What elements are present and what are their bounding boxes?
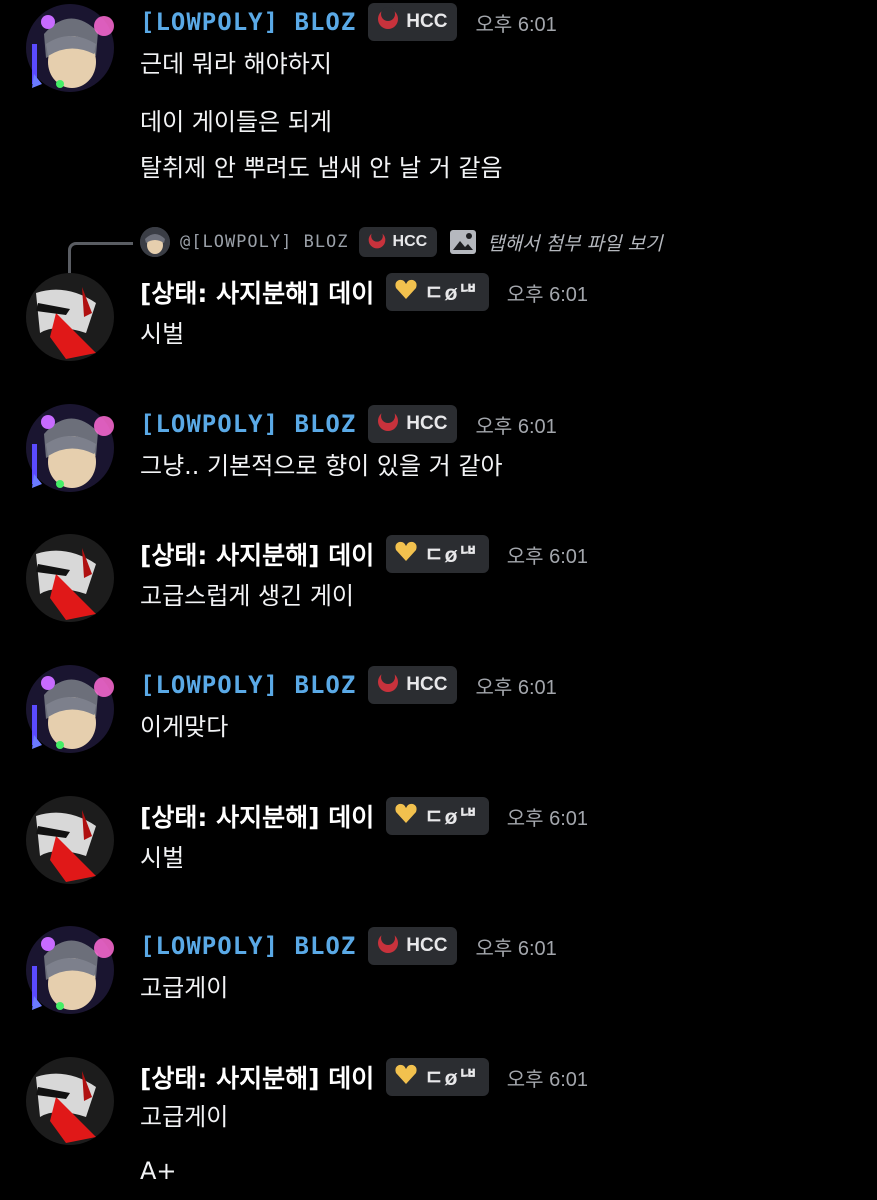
- author-name[interactable]: [상태: 사지분해] 데이: [140, 536, 374, 572]
- red-crescent-icon: [376, 931, 400, 961]
- timestamp: 오후 6:01: [475, 937, 557, 960]
- server-tag-label: ㄷøᄖ: [424, 806, 479, 829]
- server-tag-label: HCC: [406, 674, 448, 695]
- message-text: 시벌: [140, 320, 185, 348]
- server-tag[interactable]: ㄷøᄖ: [386, 797, 489, 835]
- server-tag-label: ㄷøᄖ: [424, 544, 479, 567]
- message-text: 고급스럽게 생긴 게이: [140, 582, 354, 610]
- author-name[interactable]: [상태: 사지분해] 데이: [140, 798, 374, 834]
- message-text: 시벌: [140, 844, 185, 872]
- red-crescent-icon: [376, 670, 400, 700]
- server-tag[interactable]: ㄷøᄖ: [386, 273, 489, 311]
- timestamp: 오후 6:01: [475, 676, 557, 699]
- message-header: [상태: 사지분해] 데이 ㄷøᄖ 오후 6:01: [140, 534, 588, 574]
- avatar-bloz[interactable]: [26, 404, 114, 492]
- server-tag[interactable]: ㄷøᄖ: [386, 535, 489, 573]
- avatar-dei[interactable]: [26, 534, 114, 622]
- author-name[interactable]: [상태: 사지분해] 데이: [140, 1059, 374, 1095]
- timestamp: 오후 6:01: [506, 1068, 589, 1091]
- server-tag[interactable]: HCC: [368, 927, 458, 965]
- message-header: [LOWPOLY] BLOZ HCC 오후 6:01: [140, 2, 557, 42]
- message-header: [LOWPOLY] BLOZ HCC 오후 6:01: [140, 404, 557, 444]
- timestamp: 오후 6:01: [506, 283, 589, 306]
- chat-log: [LOWPOLY] BLOZ HCC 오후 6:01 근데 뭐라 해야하지 데이…: [0, 0, 877, 1200]
- gold-heart-icon: [394, 540, 418, 568]
- author-name[interactable]: [LOWPOLY] BLOZ: [140, 8, 356, 36]
- timestamp: 오후 6:01: [475, 415, 557, 438]
- avatar-dei[interactable]: [26, 273, 114, 361]
- server-tag-label: HCC: [406, 413, 448, 434]
- avatar-dei[interactable]: [26, 1057, 114, 1145]
- message-header: [상태: 사지분해] 데이 ㄷøᄖ 오후 6:01: [140, 796, 588, 836]
- red-crescent-icon: [367, 229, 387, 255]
- timestamp: 오후 6:01: [475, 13, 557, 36]
- avatar-dei[interactable]: [26, 796, 114, 884]
- message-text: A+: [140, 1157, 177, 1185]
- server-tag-label: HCC: [392, 233, 428, 250]
- avatar-bloz[interactable]: [26, 926, 114, 1014]
- red-crescent-icon: [376, 7, 400, 37]
- server-tag-label: ㄷøᄖ: [424, 1067, 479, 1090]
- message-text: 이게맞다: [140, 713, 229, 741]
- gold-heart-icon: [394, 802, 418, 830]
- message-text: 고급게이: [140, 974, 229, 1002]
- message-text: 탈취제 안 뿌려도 냄새 안 날 거 같음: [140, 154, 503, 182]
- server-tag[interactable]: HCC: [368, 666, 458, 704]
- message-text: 그냥.. 기본적으로 향이 있을 거 같아: [140, 452, 503, 480]
- message-text: 고급게이: [140, 1103, 229, 1131]
- message-text: 근데 뭐라 해야하지: [140, 50, 332, 78]
- server-tag: HCC: [358, 227, 438, 257]
- attachment-hint[interactable]: 탭해서 첨부 파일 보기: [487, 229, 662, 256]
- server-tag[interactable]: HCC: [368, 3, 458, 41]
- message-header: [LOWPOLY] BLOZ HCC 오후 6:01: [140, 665, 557, 705]
- reply-connector: [68, 242, 133, 273]
- timestamp: 오후 6:01: [506, 807, 589, 830]
- message-header: [상태: 사지분해] 데이 ㄷøᄖ 오후 6:01: [140, 272, 588, 312]
- red-crescent-icon: [376, 409, 400, 439]
- author-name[interactable]: [LOWPOLY] BLOZ: [140, 671, 356, 699]
- reply-reference[interactable]: @[LOWPOLY] BLOZ HCC 탭해서 첨부 파일 보기: [0, 222, 877, 273]
- avatar-bloz[interactable]: [26, 665, 114, 753]
- server-tag-label: ㄷøᄖ: [424, 282, 479, 305]
- image-icon: [449, 229, 477, 255]
- message-header: [상태: 사지분해] 데이 ㄷøᄖ 오후 6:01: [140, 1057, 588, 1097]
- server-tag[interactable]: HCC: [368, 405, 458, 443]
- author-name[interactable]: [LOWPOLY] BLOZ: [140, 410, 356, 438]
- reply-avatar: [140, 227, 170, 257]
- server-tag[interactable]: ㄷøᄖ: [386, 1058, 489, 1096]
- timestamp: 오후 6:01: [506, 545, 589, 568]
- author-name[interactable]: [LOWPOLY] BLOZ: [140, 932, 356, 960]
- gold-heart-icon: [394, 278, 418, 306]
- server-tag-label: HCC: [406, 11, 448, 32]
- reply-author[interactable]: @[LOWPOLY] BLOZ: [180, 232, 349, 252]
- author-name[interactable]: [상태: 사지분해] 데이: [140, 274, 374, 310]
- server-tag-label: HCC: [406, 935, 448, 956]
- gold-heart-icon: [394, 1063, 418, 1091]
- message-text: 데이 게이들은 되게: [140, 108, 332, 136]
- avatar-bloz[interactable]: [26, 4, 114, 92]
- message-header: [LOWPOLY] BLOZ HCC 오후 6:01: [140, 926, 557, 966]
